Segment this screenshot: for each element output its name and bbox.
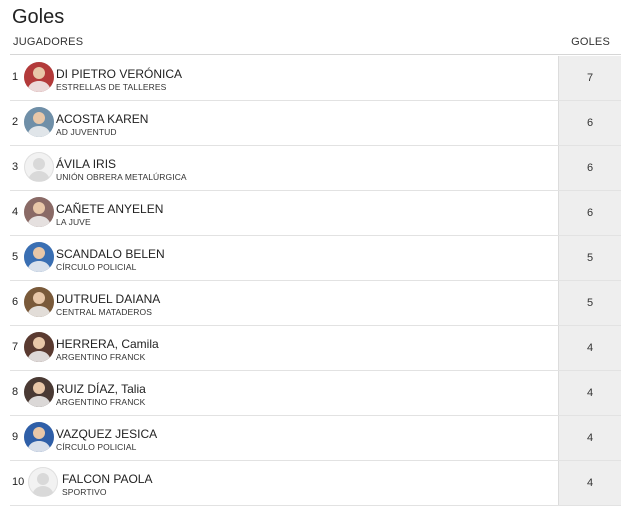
goals-value: 4 — [586, 432, 594, 444]
team-name[interactable]: UNIÓN OBRERA METALÚRGICA — [56, 172, 187, 182]
header-divider — [10, 54, 621, 55]
column-header-goals: GOLES — [571, 36, 610, 48]
player-avatar[interactable] — [24, 62, 54, 92]
goals-value: 5 — [586, 297, 594, 309]
table-row[interactable]: 5 SCANDALO BELEN CÍRCULO POLICIAL 5 — [10, 236, 621, 281]
goals-cell: 6 — [558, 101, 621, 145]
player-avatar[interactable] — [24, 152, 54, 182]
widget-title: Goles — [12, 6, 65, 28]
team-name[interactable]: CÍRCULO POLICIAL — [56, 442, 136, 452]
goals-cell: 4 — [558, 461, 621, 505]
table-row[interactable]: 7 HERRERA, Camila ARGENTINO FRANCK 4 — [10, 326, 621, 371]
player-photo-icon — [24, 422, 54, 452]
goals-value: 4 — [586, 342, 594, 354]
player-name[interactable]: FALCON PAOLA — [62, 472, 152, 486]
team-name[interactable]: ARGENTINO FRANCK — [56, 352, 145, 362]
player-name[interactable]: ACOSTA KAREN — [56, 112, 148, 126]
team-name[interactable]: SPORTIVO — [62, 487, 107, 497]
player-avatar[interactable] — [24, 422, 54, 452]
player-name[interactable]: CAÑETE ANYELEN — [56, 202, 163, 216]
goals-value: 6 — [586, 207, 594, 219]
goals-value: 6 — [586, 162, 594, 174]
table-row[interactable]: 6 DUTRUEL DAIANA CENTRAL MATADEROS 5 — [10, 281, 621, 326]
player-avatar[interactable] — [24, 197, 54, 227]
goals-value: 5 — [586, 252, 594, 264]
team-name[interactable]: ARGENTINO FRANCK — [56, 397, 145, 407]
team-name[interactable]: AD JUVENTUD — [56, 127, 117, 137]
rank-number: 5 — [12, 251, 19, 263]
team-name[interactable]: LA JUVE — [56, 217, 91, 227]
player-photo-icon — [24, 107, 54, 137]
team-name[interactable]: ESTRELLAS DE TALLERES — [56, 82, 166, 92]
user-placeholder-icon — [28, 158, 50, 181]
player-avatar[interactable] — [24, 377, 54, 407]
rank-number: 8 — [12, 386, 19, 398]
rank-number: 3 — [12, 161, 19, 173]
rank-number: 7 — [12, 341, 19, 353]
rank-number: 1 — [12, 71, 19, 83]
table-row[interactable]: 9 VAZQUEZ JESICA CÍRCULO POLICIAL 4 — [10, 416, 621, 461]
column-header-players: JUGADORES — [13, 36, 84, 48]
player-photo-icon — [24, 332, 54, 362]
player-name[interactable]: DUTRUEL DAIANA — [56, 292, 160, 306]
table-row[interactable]: 4 CAÑETE ANYELEN LA JUVE 6 — [10, 191, 621, 236]
player-photo-icon — [24, 242, 54, 272]
player-avatar[interactable] — [24, 242, 54, 272]
table-row[interactable]: 3 ÁVILA IRIS UNIÓN OBRERA METALÚRGICA 6 — [10, 146, 621, 191]
rank-number: 2 — [12, 116, 19, 128]
player-avatar[interactable] — [28, 467, 58, 497]
rank-number: 4 — [12, 206, 19, 218]
player-photo-icon — [24, 62, 54, 92]
rank-number: 6 — [12, 296, 19, 308]
team-name[interactable]: CÍRCULO POLICIAL — [56, 262, 136, 272]
goals-cell: 7 — [558, 56, 621, 100]
player-avatar[interactable] — [24, 287, 54, 317]
goals-value: 7 — [586, 72, 594, 84]
table-row[interactable]: 2 ACOSTA KAREN AD JUVENTUD 6 — [10, 101, 621, 146]
team-name[interactable]: CENTRAL MATADEROS — [56, 307, 152, 317]
table-row[interactable]: 1 DI PIETRO VERÓNICA ESTRELLAS DE TALLER… — [10, 56, 621, 101]
goals-cell: 5 — [558, 281, 621, 325]
player-name[interactable]: ÁVILA IRIS — [56, 157, 116, 171]
table-row[interactable]: 8 RUIZ DÍAZ, Talia ARGENTINO FRANCK 4 — [10, 371, 621, 416]
player-photo-icon — [24, 197, 54, 227]
table-row[interactable]: 10 FALCON PAOLA SPORTIVO 4 — [10, 461, 621, 506]
user-placeholder-icon — [32, 473, 54, 496]
player-photo-icon — [24, 377, 54, 407]
goals-cell: 6 — [558, 146, 621, 190]
player-name[interactable]: DI PIETRO VERÓNICA — [56, 67, 182, 81]
player-name[interactable]: VAZQUEZ JESICA — [56, 427, 157, 441]
player-name[interactable]: SCANDALO BELEN — [56, 247, 165, 261]
player-name[interactable]: RUIZ DÍAZ, Talia — [56, 382, 146, 396]
rank-number: 10 — [12, 476, 25, 488]
goals-cell: 4 — [558, 371, 621, 415]
goals-cell: 5 — [558, 236, 621, 280]
player-name[interactable]: HERRERA, Camila — [56, 337, 159, 351]
goals-value: 4 — [586, 387, 594, 399]
rank-number: 9 — [12, 431, 19, 443]
player-avatar[interactable] — [24, 107, 54, 137]
goals-value: 4 — [586, 477, 594, 489]
ranking-list: 1 DI PIETRO VERÓNICA ESTRELLAS DE TALLER… — [10, 56, 621, 506]
goals-cell: 6 — [558, 191, 621, 235]
player-photo-icon — [24, 287, 54, 317]
goals-cell: 4 — [558, 416, 621, 460]
player-avatar[interactable] — [24, 332, 54, 362]
goals-ranking-widget: Goles JUGADORES GOLES 1 DI PIETRO VERÓNI… — [0, 0, 627, 519]
goals-value: 6 — [586, 117, 594, 129]
goals-cell: 4 — [558, 326, 621, 370]
